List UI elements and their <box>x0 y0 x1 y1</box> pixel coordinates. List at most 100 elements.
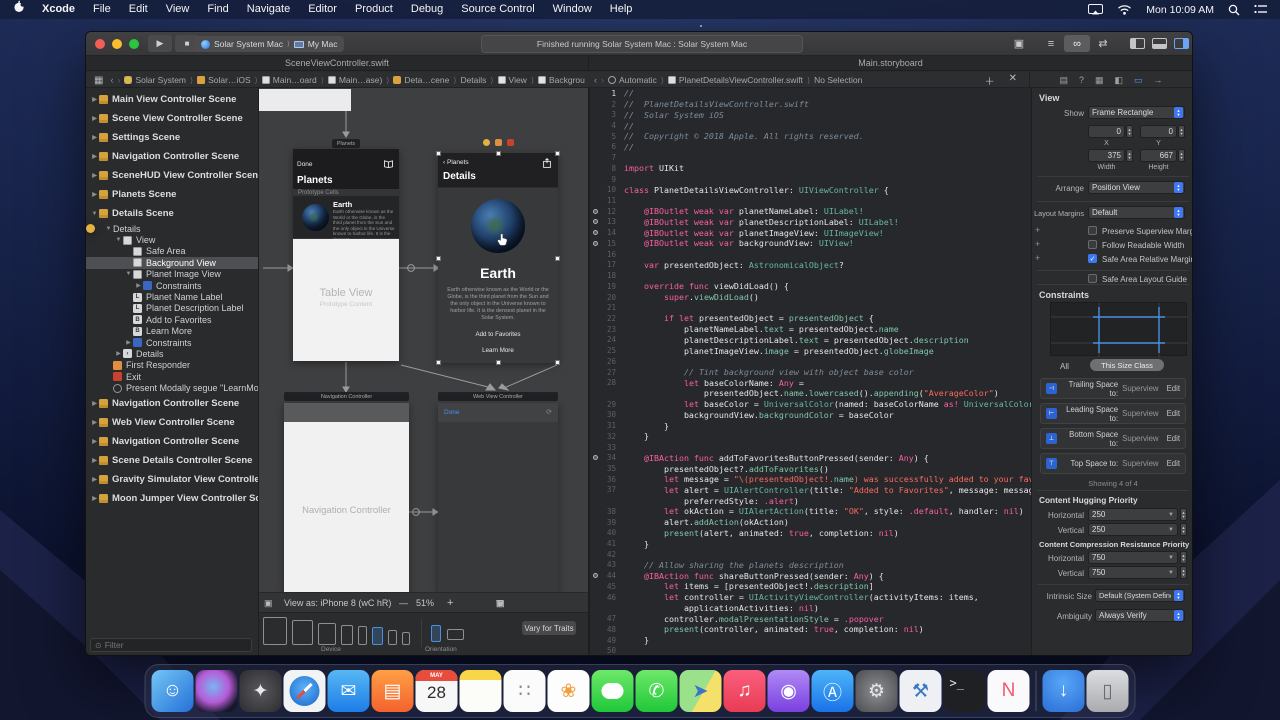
dock-messages[interactable] <box>592 670 634 712</box>
dock-music[interactable]: ♫ <box>724 670 766 712</box>
edit-button[interactable]: Edit <box>1167 409 1180 418</box>
dock-mail[interactable]: ✉ <box>328 670 370 712</box>
connection-well-icon[interactable] <box>593 209 598 214</box>
code-line[interactable]: 15 @IBOutlet weak var backgroundView: UI… <box>590 238 1031 249</box>
code-line[interactable]: 41 } <box>590 538 1031 549</box>
code-line[interactable]: 37 let alert = UIAlertController(title: … <box>590 485 1031 496</box>
resize-handle[interactable] <box>496 360 501 365</box>
outline-item[interactable]: ▶Constraints <box>86 280 258 291</box>
device-ipad-pro-10-5[interactable] <box>292 620 313 645</box>
dock-launchpad[interactable]: ✦ <box>240 670 282 712</box>
layout-margins-dropdown[interactable]: Default▲▼ <box>1088 206 1185 219</box>
disclosure-triangle[interactable]: ▶ <box>90 438 99 445</box>
resize-handle[interactable] <box>555 360 560 365</box>
code-line[interactable]: applicationActivities: nil) <box>590 603 1031 614</box>
menu-editor[interactable]: Editor <box>299 0 346 19</box>
menu-window[interactable]: Window <box>544 0 601 19</box>
outline-item[interactable]: ▶SceneHUD View Controller Scene <box>86 166 258 185</box>
book-icon[interactable] <box>384 160 393 168</box>
disclosure-triangle[interactable]: ▶ <box>90 191 99 198</box>
orientation-portrait[interactable] <box>431 625 441 642</box>
code-line[interactable]: 34 @IBAction func addToFavoritesButtonPr… <box>590 452 1031 463</box>
disclosure-triangle[interactable]: ▼ <box>114 237 123 243</box>
outline-item[interactable]: ▶Navigation Controller Scene <box>86 394 258 413</box>
checkbox-preserve-superview-margins[interactable] <box>1088 226 1097 235</box>
code-line[interactable]: 1// <box>590 88 1031 99</box>
web-view-controller[interactable]: Done ⟳ <box>438 403 558 592</box>
code-line[interactable]: 8import UIKit <box>590 163 1031 174</box>
outline-item[interactable]: First Responder <box>86 360 258 371</box>
y-field[interactable]: 0 <box>1140 125 1177 138</box>
code-line[interactable]: 22 if let presentedObject = presentedObj… <box>590 313 1031 324</box>
add-variation-button[interactable]: + <box>1035 253 1040 263</box>
intrinsic-size-dropdown[interactable]: Default (System Defined)▲▼ <box>1095 589 1185 602</box>
code-line[interactable]: 42 <box>590 549 1031 560</box>
tab-sceneviewcontroller[interactable]: SceneViewController.swift <box>86 56 589 70</box>
dock-finder[interactable]: ☺ <box>152 670 194 712</box>
outline-item[interactable]: BAdd to Favorites <box>86 314 258 325</box>
breadcrumb-item[interactable]: Main…ase) <box>339 75 382 85</box>
constraint-row[interactable]: ⊣Trailing Space to:SuperviewEdit <box>1040 378 1186 399</box>
dock-safari[interactable] <box>284 670 326 712</box>
wifi-icon[interactable] <box>1117 4 1132 15</box>
close-assistant-editor-button[interactable]: ✕ <box>1006 73 1020 88</box>
scene-dock-exit-icon[interactable] <box>507 139 514 146</box>
outline-item[interactable]: ▶Gravity Simulator View Controller S… <box>86 470 258 489</box>
priority-field[interactable]: 750▼ <box>1088 551 1178 564</box>
notification-center-icon[interactable] <box>1254 4 1268 15</box>
scene-title-navigation-controller[interactable]: Navigation Controller <box>284 392 409 401</box>
connections-inspector-tab[interactable]: → <box>1154 75 1163 85</box>
done-button[interactable]: Done <box>297 161 313 168</box>
code-line[interactable]: 18 <box>590 270 1031 281</box>
outline-item[interactable]: ▶Scene View Controller Scene <box>86 109 258 128</box>
disclosure-triangle[interactable]: ▶ <box>90 115 99 122</box>
outline-item[interactable]: BLearn More <box>86 326 258 337</box>
edit-button[interactable]: Edit <box>1167 434 1180 443</box>
disclosure-triangle[interactable]: ▶ <box>114 350 123 357</box>
apple-menu[interactable] <box>6 0 33 20</box>
outline-item[interactable]: Background View <box>86 257 258 268</box>
code-line[interactable]: 40 present(alert, animated: true, comple… <box>590 527 1031 538</box>
arrange-dropdown[interactable]: Position View▲▼ <box>1088 181 1185 194</box>
code-line[interactable]: 5// Copyright © 2018 Apple. All rights r… <box>590 131 1031 142</box>
resize-handle[interactable] <box>436 151 441 156</box>
dock-xcode[interactable]: ⚒ <box>900 670 942 712</box>
x-stepper[interactable]: ▲▼ <box>1126 125 1133 138</box>
width-field[interactable]: 375 <box>1088 149 1125 162</box>
checkbox-safe-area-relative-margins[interactable]: ✓ <box>1088 254 1097 263</box>
disclosure-triangle[interactable]: ▶ <box>90 134 99 141</box>
forward-icon[interactable]: › <box>601 75 604 85</box>
breadcrumb-item[interactable]: Deta…cene <box>404 75 449 85</box>
scene-dock-view-controller-icon[interactable] <box>483 139 490 146</box>
forward-icon[interactable]: › <box>117 75 120 85</box>
disclosure-triangle[interactable]: ▼ <box>104 226 113 232</box>
dock-notes[interactable] <box>460 670 502 712</box>
disclosure-triangle[interactable]: ▶ <box>90 172 99 179</box>
disclosure-triangle[interactable]: ▶ <box>90 419 99 426</box>
device-iphone-8-plus[interactable] <box>341 625 353 645</box>
planet-description-label[interactable]: Earth otherwise known as the World or th… <box>445 287 551 322</box>
standard-editor-button[interactable]: ≡ <box>1038 35 1064 52</box>
devices-panel-toggle[interactable]: ▣ <box>264 593 273 613</box>
dock-maps[interactable]: ➤ <box>680 670 722 712</box>
outline-item[interactable]: ▼Details Scene <box>86 204 258 223</box>
outline-item[interactable]: ▶Settings Scene <box>86 128 258 147</box>
outline-item[interactable]: ▶Moon Jumper View Controller Scene <box>86 489 258 508</box>
disclosure-triangle[interactable]: ▼ <box>124 271 133 277</box>
disclosure-triangle[interactable]: ▶ <box>90 476 99 483</box>
outline-item[interactable]: ▶Constraints <box>86 337 258 348</box>
device-iphone-4s[interactable] <box>402 632 410 645</box>
menu-xcode[interactable]: Xcode <box>33 0 84 19</box>
source-editor[interactable]: 1//2// PlanetDetailsViewController.swift… <box>589 88 1031 655</box>
details-view-controller[interactable]: ‹ Planets Details Earth Earth otherwise … <box>438 153 558 363</box>
dock-trash[interactable]: ▯ <box>1087 670 1129 712</box>
device-ipad[interactable] <box>318 623 336 645</box>
code-line[interactable]: 9 <box>590 174 1031 185</box>
resize-handle[interactable] <box>555 151 560 156</box>
filter-input[interactable] <box>105 640 247 650</box>
breadcrumb-item[interactable]: Main…oard <box>273 75 317 85</box>
outline-item[interactable]: Present Modally segue "LearnMor… <box>86 382 258 393</box>
screen-mirroring-icon[interactable] <box>1088 4 1103 15</box>
canvas-surface[interactable]: Planets Done Planets Prototype Cells Ear… <box>259 88 588 592</box>
constraint-row[interactable]: ⊤Top Space to:SuperviewEdit <box>1040 453 1186 474</box>
